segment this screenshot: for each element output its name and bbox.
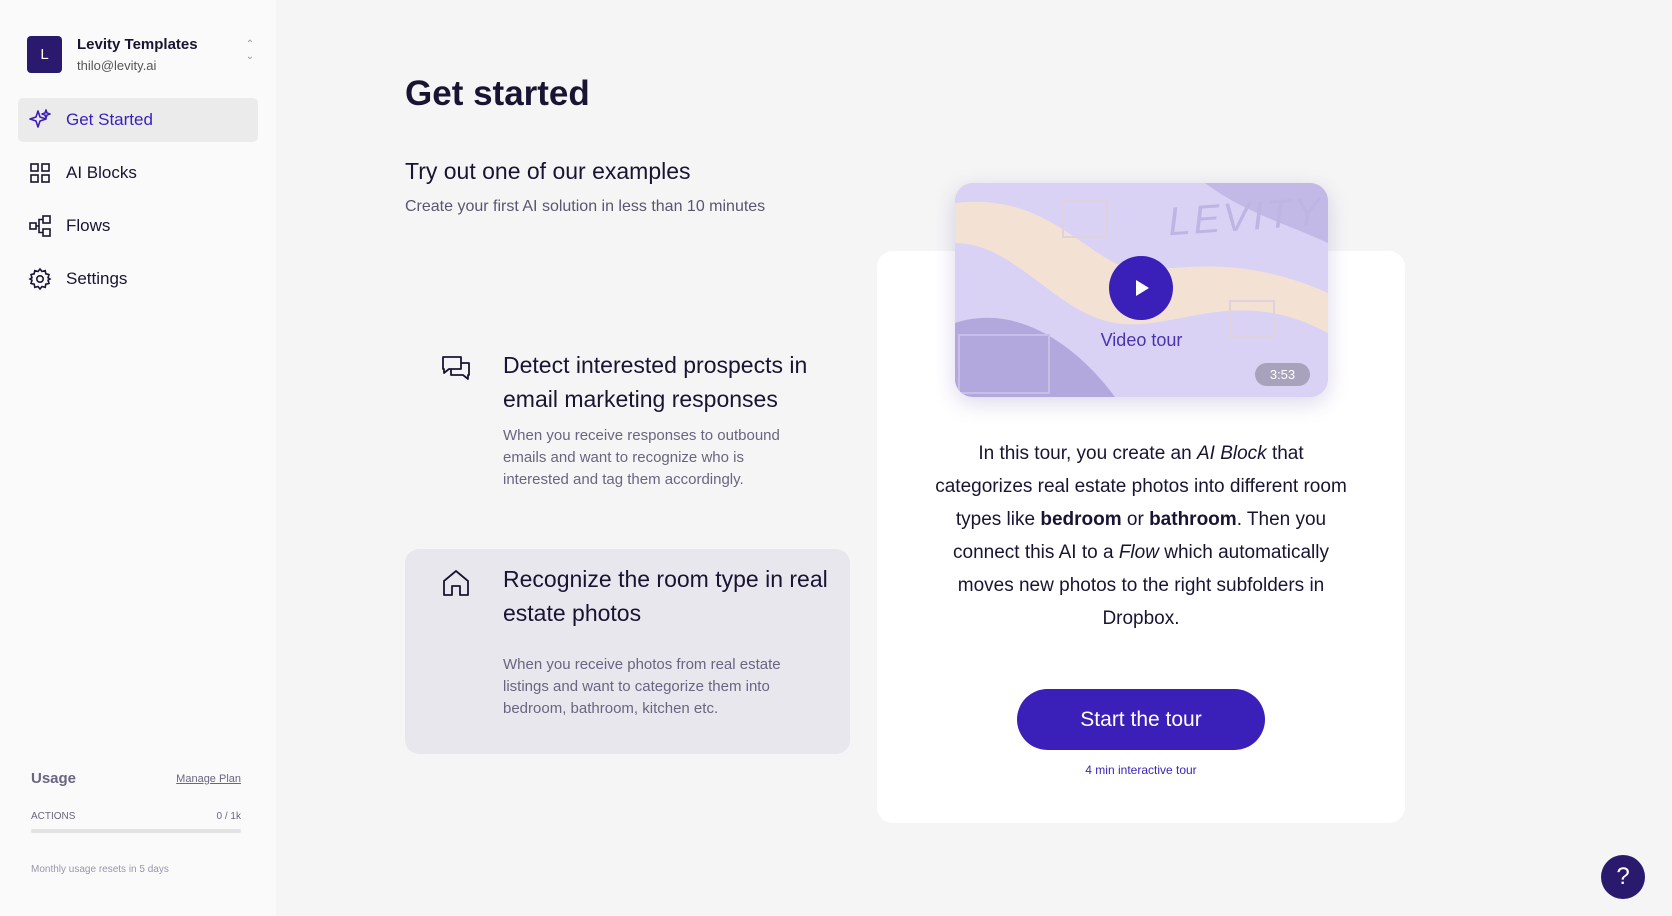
workspace-avatar: L xyxy=(27,35,62,73)
chevron-updown-icon: ⌃ ⌄ xyxy=(245,39,255,62)
manage-plan-link[interactable]: Manage Plan xyxy=(176,773,241,785)
sparkle-icon xyxy=(29,109,51,128)
actions-progress-bar xyxy=(31,829,241,833)
sidebar-item-label: Settings xyxy=(66,269,128,288)
example-title: Detect interested prospects in email mar… xyxy=(503,352,808,412)
workspace-switcher[interactable]: L Levity Templates thilo@levity.ai ⌃ ⌄ xyxy=(27,33,257,75)
sidebar-item-flows[interactable]: Flows xyxy=(18,204,258,248)
flow-icon xyxy=(29,215,51,237)
chat-icon xyxy=(442,356,470,380)
tour-duration-note: 4 min interactive tour xyxy=(1085,763,1197,777)
sidebar-item-settings[interactable]: Settings xyxy=(18,257,258,301)
example-card-email-prospects[interactable]: Detect interested prospects in email mar… xyxy=(405,335,850,510)
sidebar: L Levity Templates thilo@levity.ai ⌃ ⌄ G… xyxy=(0,0,276,916)
sidebar-item-label: Flows xyxy=(66,216,111,235)
usage-reset-text: Monthly usage resets in 5 days xyxy=(31,864,169,875)
sidebar-item-ai-blocks[interactable]: AI Blocks xyxy=(18,151,258,195)
workspace-name: Levity Templates xyxy=(77,35,198,53)
examples-heading: Try out one of our examples xyxy=(405,158,691,184)
example-description: When you receive responses to outbound e… xyxy=(503,427,780,488)
home-icon xyxy=(443,570,469,596)
usage-panel: Usage Manage Plan ACTIONS 0 / 1k Monthly… xyxy=(31,770,241,875)
page-title: Get started xyxy=(405,74,590,113)
play-icon xyxy=(1136,280,1149,296)
start-tour-button[interactable]: Start the tour xyxy=(1017,689,1265,750)
workspace-info: Levity Templates thilo@levity.ai xyxy=(77,36,243,73)
example-title: Recognize the room type in real estate p… xyxy=(503,566,828,626)
video-duration-badge: 3:53 xyxy=(1255,363,1310,386)
grid-icon xyxy=(30,163,50,183)
actions-label: ACTIONS xyxy=(31,811,76,822)
example-description: When you receive photos from real estate… xyxy=(503,656,781,717)
actions-value: 0 / 1k xyxy=(216,811,241,822)
tour-description: In this tour, you create an AI Block tha… xyxy=(935,443,1347,629)
video-label: Video tour xyxy=(1100,330,1183,350)
gear-icon xyxy=(28,267,52,291)
sidebar-item-get-started[interactable]: Get Started xyxy=(18,98,258,142)
examples-subheading: Create your first AI solution in less th… xyxy=(405,198,766,215)
help-button[interactable]: ? xyxy=(1601,855,1645,899)
sidebar-nav: Get Started AI Blocks Flows Settings xyxy=(18,98,258,310)
example-card-room-type[interactable]: Recognize the room type in real estate p… xyxy=(405,549,850,754)
sidebar-item-label: AI Blocks xyxy=(66,163,137,182)
sidebar-item-label: Get Started xyxy=(66,110,153,129)
play-button[interactable] xyxy=(1109,256,1173,320)
workspace-email: thilo@levity.ai xyxy=(77,57,157,73)
usage-title: Usage xyxy=(31,770,77,787)
video-tour-thumbnail[interactable]: LEVITY Video tour 3:53 xyxy=(955,183,1328,397)
